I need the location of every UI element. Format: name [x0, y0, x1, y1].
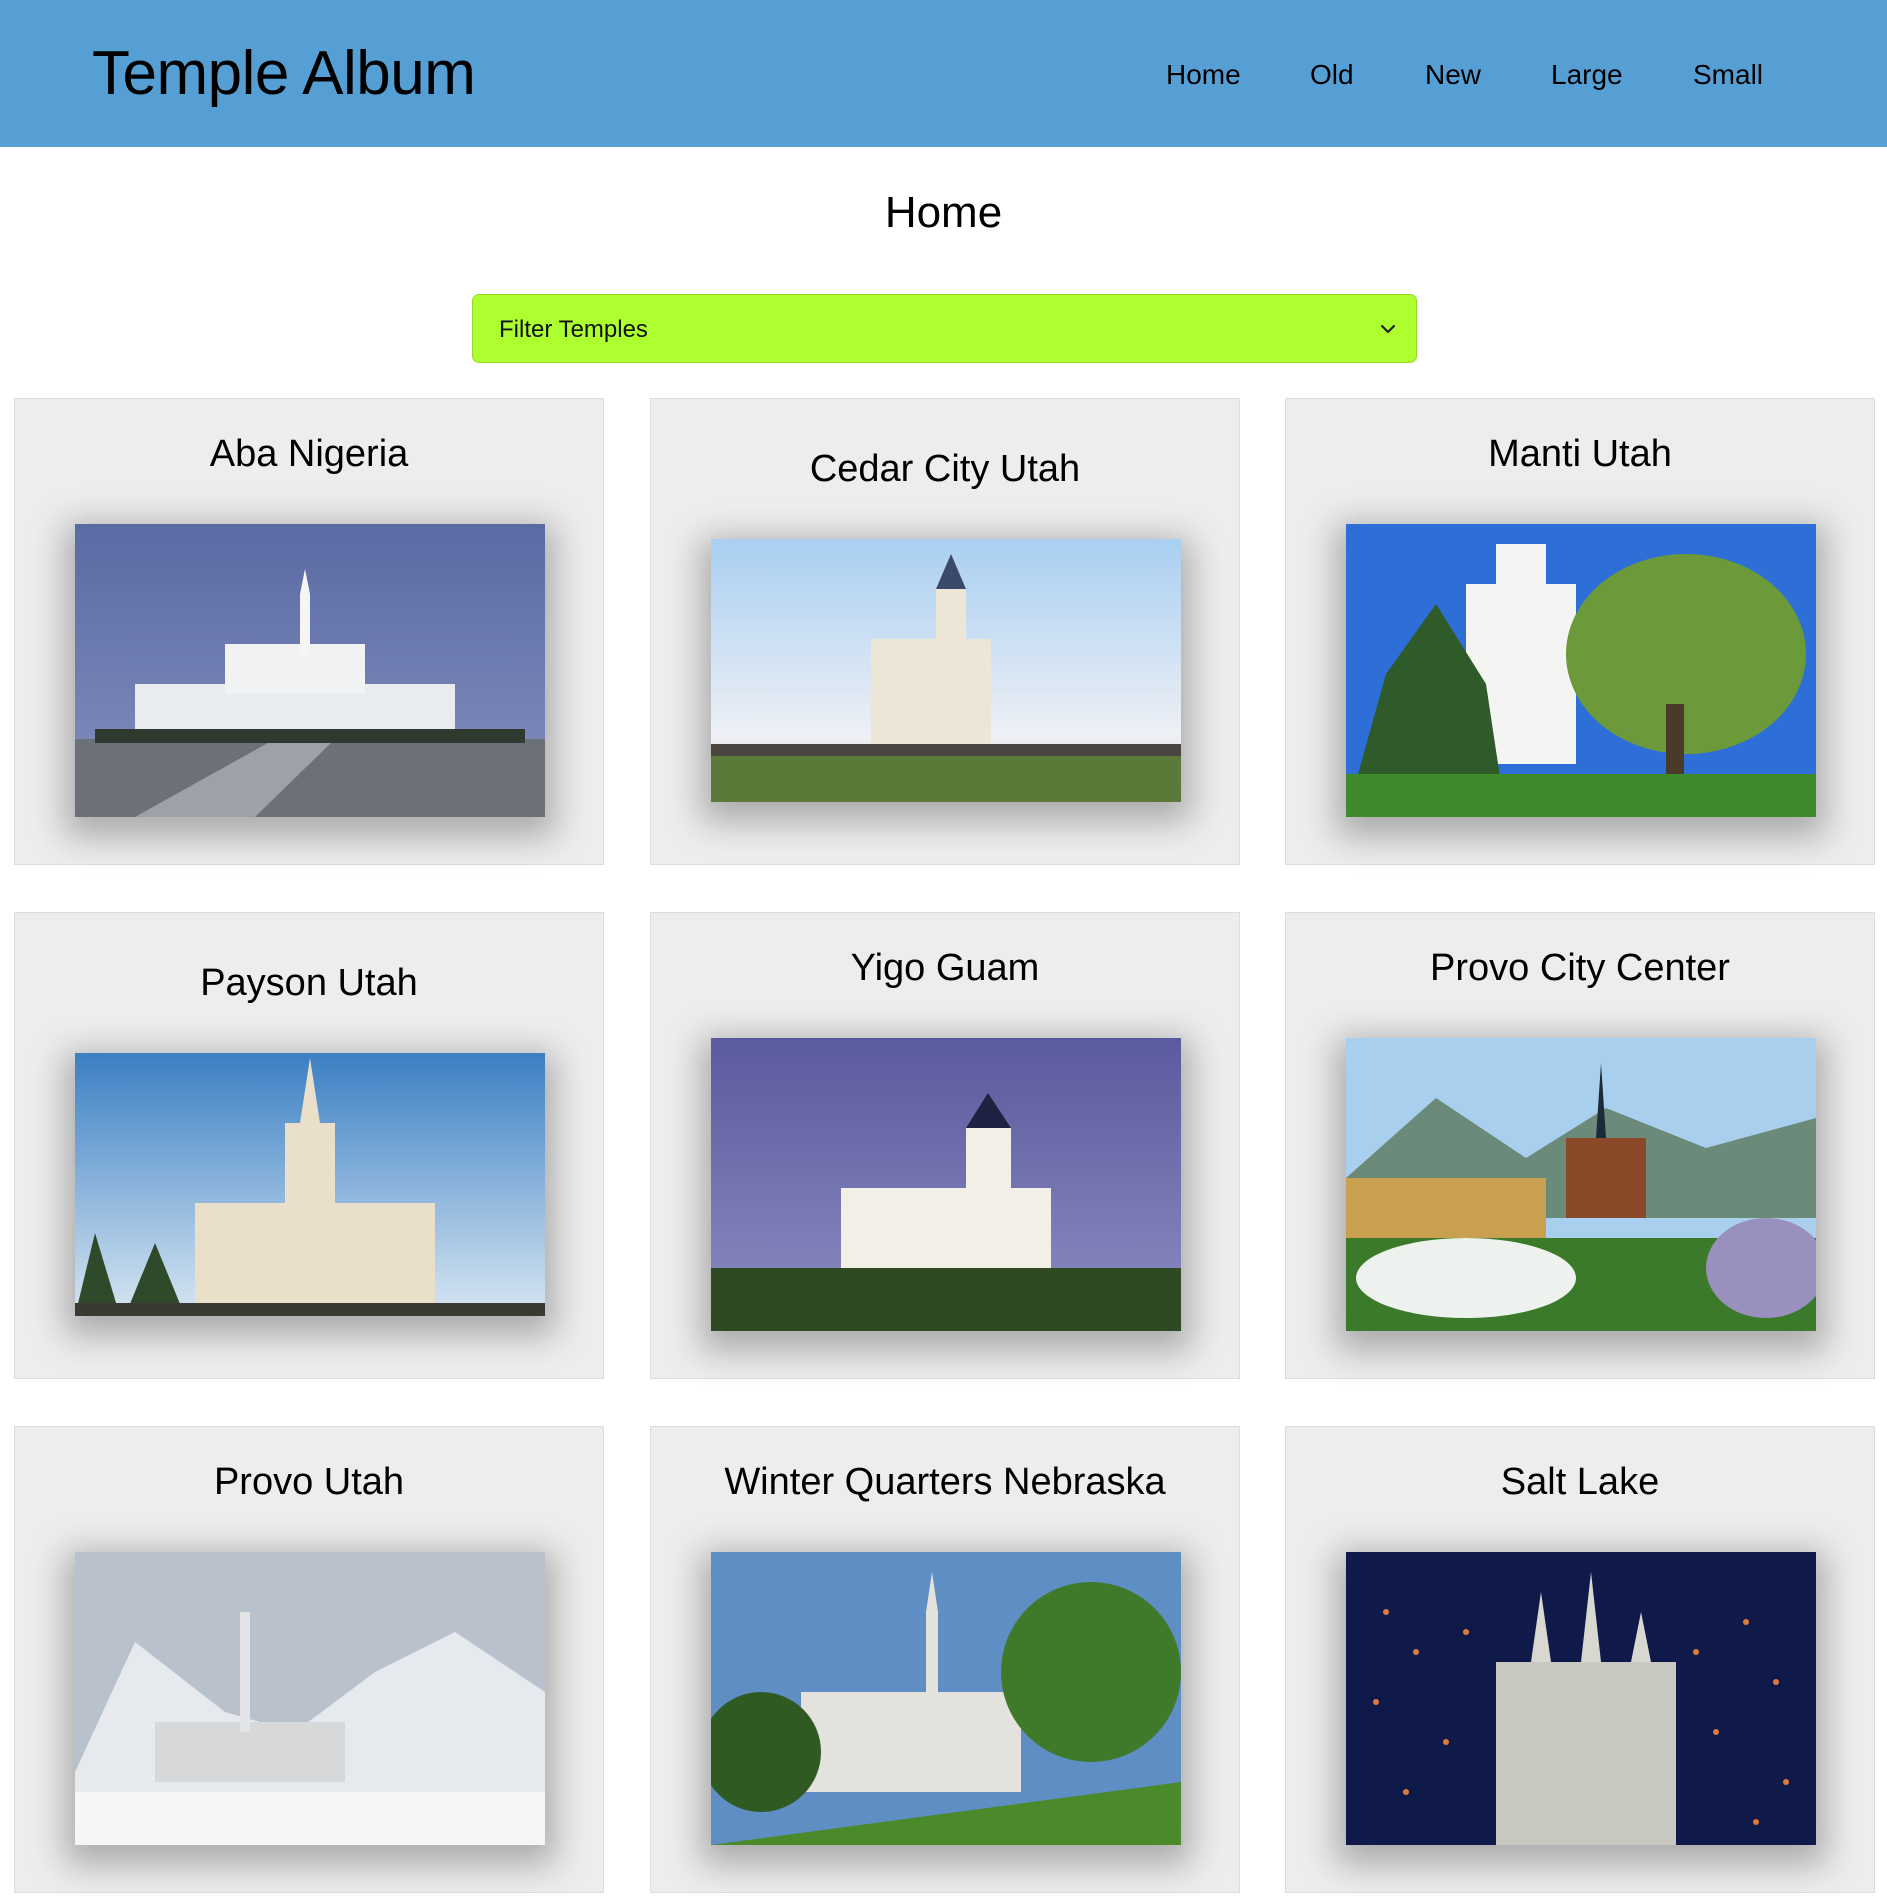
temple-card: Provo Utah [14, 1426, 604, 1893]
temple-photo-manti-utah [1346, 524, 1816, 817]
temple-photo-payson-utah [75, 1053, 545, 1316]
temple-name: Provo Utah [213, 1461, 405, 1503]
temple-name: Yigo Guam [850, 947, 1040, 989]
temple-photo-yigo-guam [711, 1038, 1181, 1331]
temple-card: Cedar City Utah [650, 398, 1240, 865]
temple-grid: Aba Nigeria Cedar City Utah Manti Utah P… [0, 0, 1887, 1896]
temple-name: Payson Utah [200, 962, 418, 1004]
temple-name: Provo City Center [1430, 947, 1730, 989]
temple-photo-cedar-city-utah [711, 539, 1181, 802]
temple-photo-provo-city-center [1346, 1038, 1816, 1331]
temple-photo-provo-utah [75, 1552, 545, 1845]
temple-card: Salt Lake [1285, 1426, 1875, 1893]
temple-card: Payson Utah [14, 912, 604, 1379]
temple-name: Cedar City Utah [809, 448, 1081, 490]
temple-name: Salt Lake [1500, 1461, 1660, 1503]
temple-name: Aba Nigeria [209, 433, 409, 475]
temple-card: Aba Nigeria [14, 398, 604, 865]
temple-card: Provo City Center [1285, 912, 1875, 1379]
temple-card: Winter Quarters Nebraska [650, 1426, 1240, 1893]
temple-name: Manti Utah [1488, 433, 1672, 475]
temple-name: Winter Quarters Nebraska [724, 1461, 1166, 1503]
temple-photo-salt-lake [1346, 1552, 1816, 1845]
temple-photo-winter-quarters-nebraska [711, 1552, 1181, 1845]
temple-card: Yigo Guam [650, 912, 1240, 1379]
temple-photo-aba-nigeria [75, 524, 545, 817]
temple-card: Manti Utah [1285, 398, 1875, 865]
